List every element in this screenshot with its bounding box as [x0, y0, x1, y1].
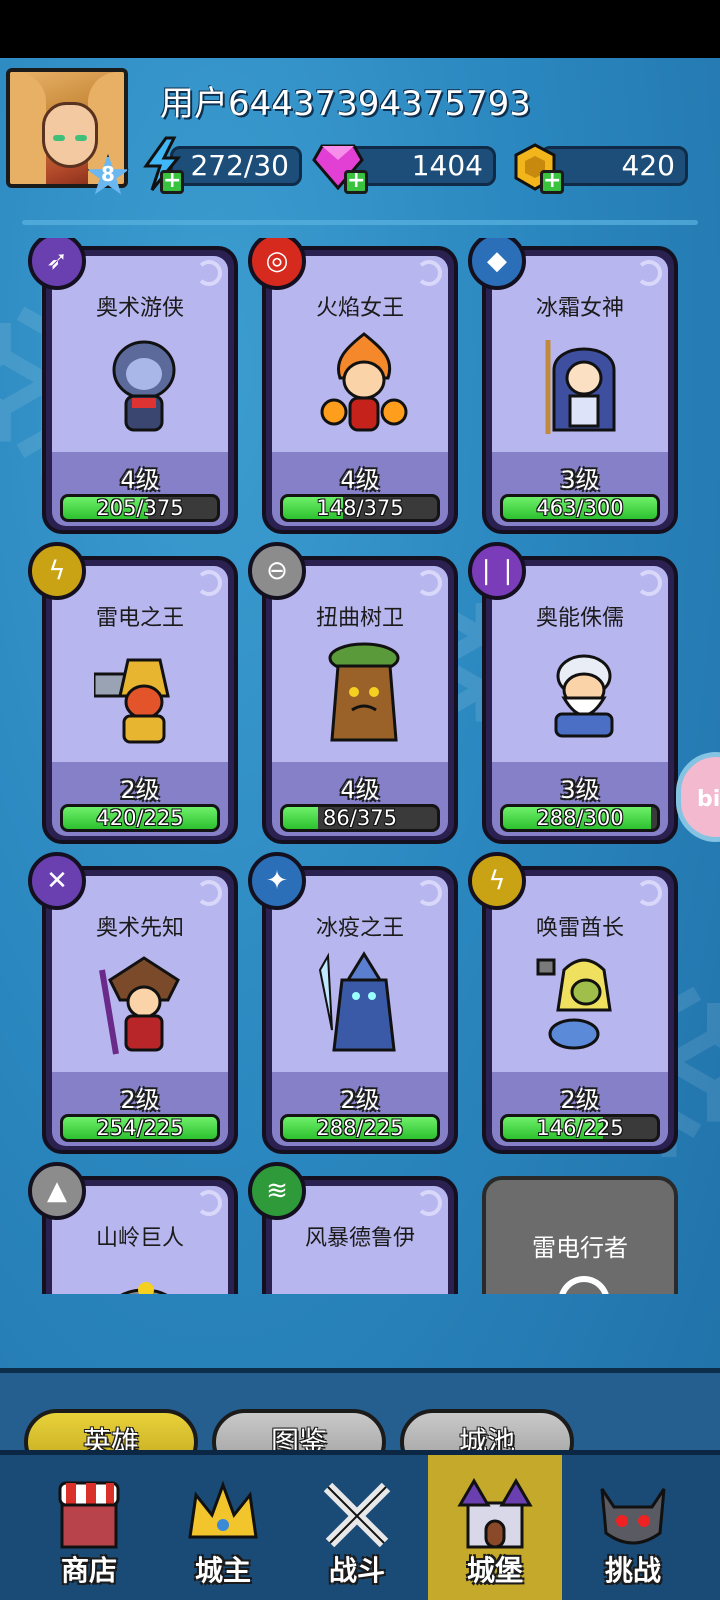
hero-xp: 420/225 — [96, 806, 184, 830]
hero-name: 唤雷酋长 — [535, 916, 624, 941]
hero-xp-bar: 463/300 — [500, 494, 660, 522]
hero-xp-bar: 146/225 — [500, 1114, 660, 1142]
nav-shop[interactable]: 商店 — [22, 1455, 156, 1600]
bilibili-label: bili — [697, 787, 720, 812]
hero-card[interactable]: 奥术游侠 4级 205/375 — [42, 246, 238, 534]
hero-level: 2级 — [120, 776, 160, 804]
hero-xp-bar: 148/375 — [280, 494, 440, 522]
hero-portrait — [328, 642, 400, 742]
hero-xp: 288/300 — [536, 806, 624, 830]
bottom-navigation: 商店 城主 战斗 城堡 挑战 — [0, 1450, 720, 1600]
ice-shard-icon: ✦ — [248, 852, 306, 910]
hero-xp: 146/225 — [536, 1116, 624, 1140]
hero-xp: 205/375 — [96, 496, 184, 520]
hero-xp: 254/225 — [96, 1116, 184, 1140]
rock-icon: ▲ — [28, 1162, 86, 1220]
locked-hero-card[interactable]: 雷电行者 — [482, 1176, 678, 1294]
hero-xp: 148/375 — [316, 496, 404, 520]
nav-battle[interactable]: 战斗 — [290, 1455, 424, 1600]
shield-icon: ⊖ — [248, 542, 306, 600]
game-screen: ❄ ❄ ❄ 8 用户64437394375793 272/30 + 1404 +… — [0, 58, 720, 1600]
crossed-swords-icon — [323, 1482, 391, 1548]
hero-xp-bar: 420/225 — [60, 804, 220, 832]
username: 用户64437394375793 — [160, 84, 531, 124]
crossed-arrows-icon: ✕ — [28, 852, 86, 910]
header-divider — [22, 220, 698, 225]
hero-level: 2级 — [340, 1086, 380, 1114]
hero-name: 风暴德鲁伊 — [304, 1226, 415, 1251]
add-gold-button[interactable]: + — [540, 170, 564, 194]
add-energy-button[interactable]: + — [160, 170, 184, 194]
nav-label: 挑战 — [604, 1554, 661, 1587]
gold-value: 420 — [621, 149, 675, 182]
hero-xp-bar: 86/375 — [280, 804, 440, 832]
hero-xp: 86/375 — [323, 806, 397, 830]
gems-value: 1404 — [411, 149, 483, 182]
hero-portrait — [120, 1282, 168, 1294]
hero-name: 扭曲树卫 — [315, 606, 404, 631]
nav-label: 城主 — [194, 1554, 251, 1587]
hero-card[interactable]: 雷电之王 2级 420/225 — [42, 556, 238, 844]
hero-portrait — [94, 658, 170, 744]
hero-name: 冰霜女神 — [535, 296, 624, 321]
hero-portrait — [318, 951, 396, 1052]
energy-bar: 272/30 — [170, 146, 302, 186]
nav-lord[interactable]: 城主 — [156, 1455, 290, 1600]
hero-xp-bar: 288/300 — [500, 804, 660, 832]
hero-xp-bar: 254/225 — [60, 1114, 220, 1142]
hero-portrait — [99, 956, 180, 1055]
lock-icon — [558, 1276, 610, 1294]
hero-portrait — [314, 1260, 414, 1294]
hero-card[interactable]: 冰疫之王 2级 288/225 — [262, 866, 458, 1154]
castle-icon — [457, 1478, 533, 1549]
hero-portrait — [545, 340, 616, 434]
nav-label: 城堡 — [466, 1554, 523, 1587]
hero-xp: 463/300 — [536, 496, 624, 520]
player-level: 8 — [101, 162, 115, 186]
nav-label: 战斗 — [328, 1554, 385, 1587]
lightning-icon: ϟ — [28, 542, 86, 600]
nav-challenge[interactable]: 挑战 — [566, 1455, 700, 1600]
hero-level: 3级 — [560, 466, 600, 494]
hero-card[interactable]: 冰霜女神 3级 463/300 — [482, 246, 678, 534]
hero-level: 4级 — [120, 466, 160, 494]
hero-name: 奥术游侠 — [95, 296, 184, 321]
hero-portrait — [554, 654, 614, 738]
add-gems-button[interactable]: + — [344, 170, 368, 194]
hero-xp: 288/225 — [316, 1116, 404, 1140]
crown-icon — [188, 1480, 258, 1539]
hero-level: 3级 — [560, 776, 600, 804]
energy-value: 272/30 — [190, 149, 289, 182]
hero-portrait — [112, 340, 176, 432]
hero-card[interactable]: 扭曲树卫 4级 86/375 — [262, 556, 458, 844]
hero-name: 山岭巨人 — [95, 1226, 184, 1251]
hero-level: 2级 — [120, 1086, 160, 1114]
hero-name: 雷电之王 — [95, 606, 184, 631]
hero-portrait — [320, 332, 408, 432]
hero-grid: 奥术游侠 4级 205/375 ➶ 火焰女王 4级 148/375 ◎ 冰霜女神… — [0, 238, 720, 1294]
hero-level: 4级 — [340, 466, 380, 494]
hero-portrait — [536, 958, 612, 1050]
nav-castle[interactable]: 城堡 — [428, 1455, 562, 1600]
tornado-icon: ≋ — [248, 1162, 306, 1220]
hero-card[interactable]: 奥术先知 2级 254/225 — [42, 866, 238, 1154]
hero-level: 2级 — [560, 1086, 600, 1114]
hero-card[interactable]: 奥能侏儒 3级 288/300 — [482, 556, 678, 844]
hero-name: 冰疫之王 — [315, 916, 404, 941]
hero-name: 奥术先知 — [95, 916, 184, 941]
hero-name: 火焰女王 — [315, 296, 404, 321]
hero-xp-bar: 288/225 — [280, 1114, 440, 1142]
demon-helmet-icon — [600, 1488, 666, 1545]
hero-name: 奥能侏儒 — [535, 606, 624, 631]
hero-level: 4级 — [340, 776, 380, 804]
shop-icon — [58, 1481, 120, 1549]
nav-label: 商店 — [60, 1554, 117, 1587]
thunder-icon: ϟ — [468, 852, 526, 910]
locked-hero-name: 雷电行者 — [532, 1234, 628, 1262]
hero-xp-bar: 205/375 — [60, 494, 220, 522]
hero-card[interactable]: 唤雷酋长 2级 146/225 — [482, 866, 678, 1154]
hero-card[interactable]: 火焰女王 4级 148/375 — [262, 246, 458, 534]
arcane-beam-icon: ❘❘ — [468, 542, 526, 600]
